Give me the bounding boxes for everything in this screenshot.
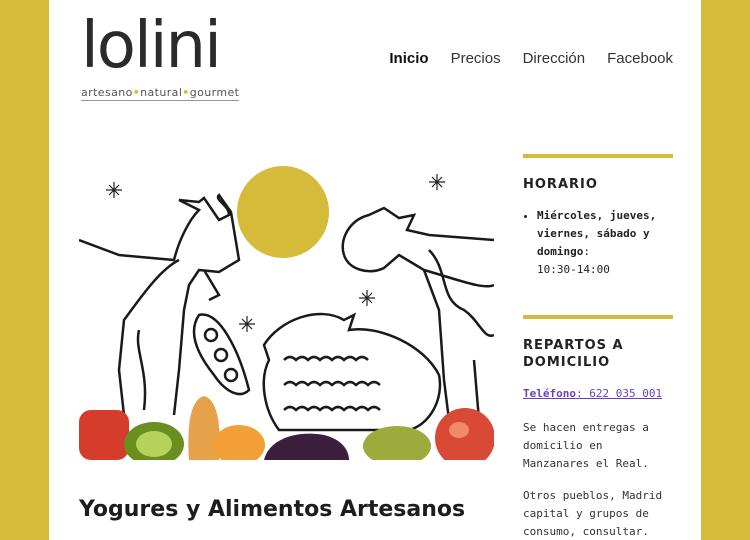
horario-item: Miércoles, jueves, viernes, sábado y dom…	[537, 207, 673, 279]
widget-horario: HORARIO Miércoles, jueves, viernes, sába…	[523, 154, 673, 279]
repartos-text-2: Otros pueblos, Madrid capital y grupos d…	[523, 489, 663, 538]
cow-icon	[341, 206, 494, 421]
pepper-icon	[79, 410, 129, 460]
sun-icon	[237, 166, 329, 258]
phone-link[interactable]: Teléfono: 622 035 001	[523, 387, 662, 400]
tagline-gourmet: gourmet	[189, 86, 240, 99]
repartos-text-1: Se hacen entregas a domicilio en Manzana…	[523, 421, 649, 470]
animals-illustration	[79, 166, 494, 460]
phone-line: Teléfono: 622 035 001	[523, 385, 673, 403]
phone-number: : 622 035 001	[575, 387, 663, 400]
horario-days: Miércoles, jueves, viernes, sábado y dom…	[537, 209, 657, 258]
logo-tagline: artesano•natural•gourmet	[81, 86, 240, 101]
sheep-icon	[262, 312, 442, 432]
pumpkin-icon	[213, 425, 265, 460]
vegetables-row	[79, 396, 494, 460]
hero-illustration	[79, 160, 494, 460]
nav-facebook[interactable]: Facebook	[607, 50, 673, 67]
logo-wordmark: lolini	[81, 9, 222, 83]
eggplant-icon	[264, 433, 349, 460]
phone-label: Teléfono	[523, 387, 576, 400]
repartos-title: REPARTOS A DOMICILIO	[523, 338, 624, 370]
nav-inicio[interactable]: Inicio	[389, 50, 428, 67]
pea-pod-icon	[192, 313, 251, 396]
sidebar: HORARIO Miércoles, jueves, viernes, sába…	[523, 154, 673, 540]
tagline-artesano: artesano	[81, 86, 133, 99]
site-logo[interactable]: lolini artesano•natural•gourmet	[81, 6, 241, 101]
tagline-natural: natural	[140, 86, 183, 99]
page: lolini artesano•natural•gourmet Inicio P…	[49, 0, 701, 540]
horario-schedule: Miércoles, jueves, viernes, sábado y dom…	[523, 207, 673, 279]
horario-hours: 10:30-14:00	[537, 263, 610, 276]
goat-icon	[79, 193, 241, 416]
main-nav: Inicio Precios Dirección Facebook	[389, 50, 673, 67]
widget-repartos: REPARTOS A DOMICILIO Teléfono: 622 035 0…	[523, 315, 673, 540]
nav-direccion[interactable]: Dirección	[523, 50, 586, 67]
post-title: Yogures y Alimentos Artesanos	[79, 496, 466, 522]
horario-title: HORARIO	[523, 177, 598, 192]
nav-precios[interactable]: Precios	[451, 50, 501, 67]
